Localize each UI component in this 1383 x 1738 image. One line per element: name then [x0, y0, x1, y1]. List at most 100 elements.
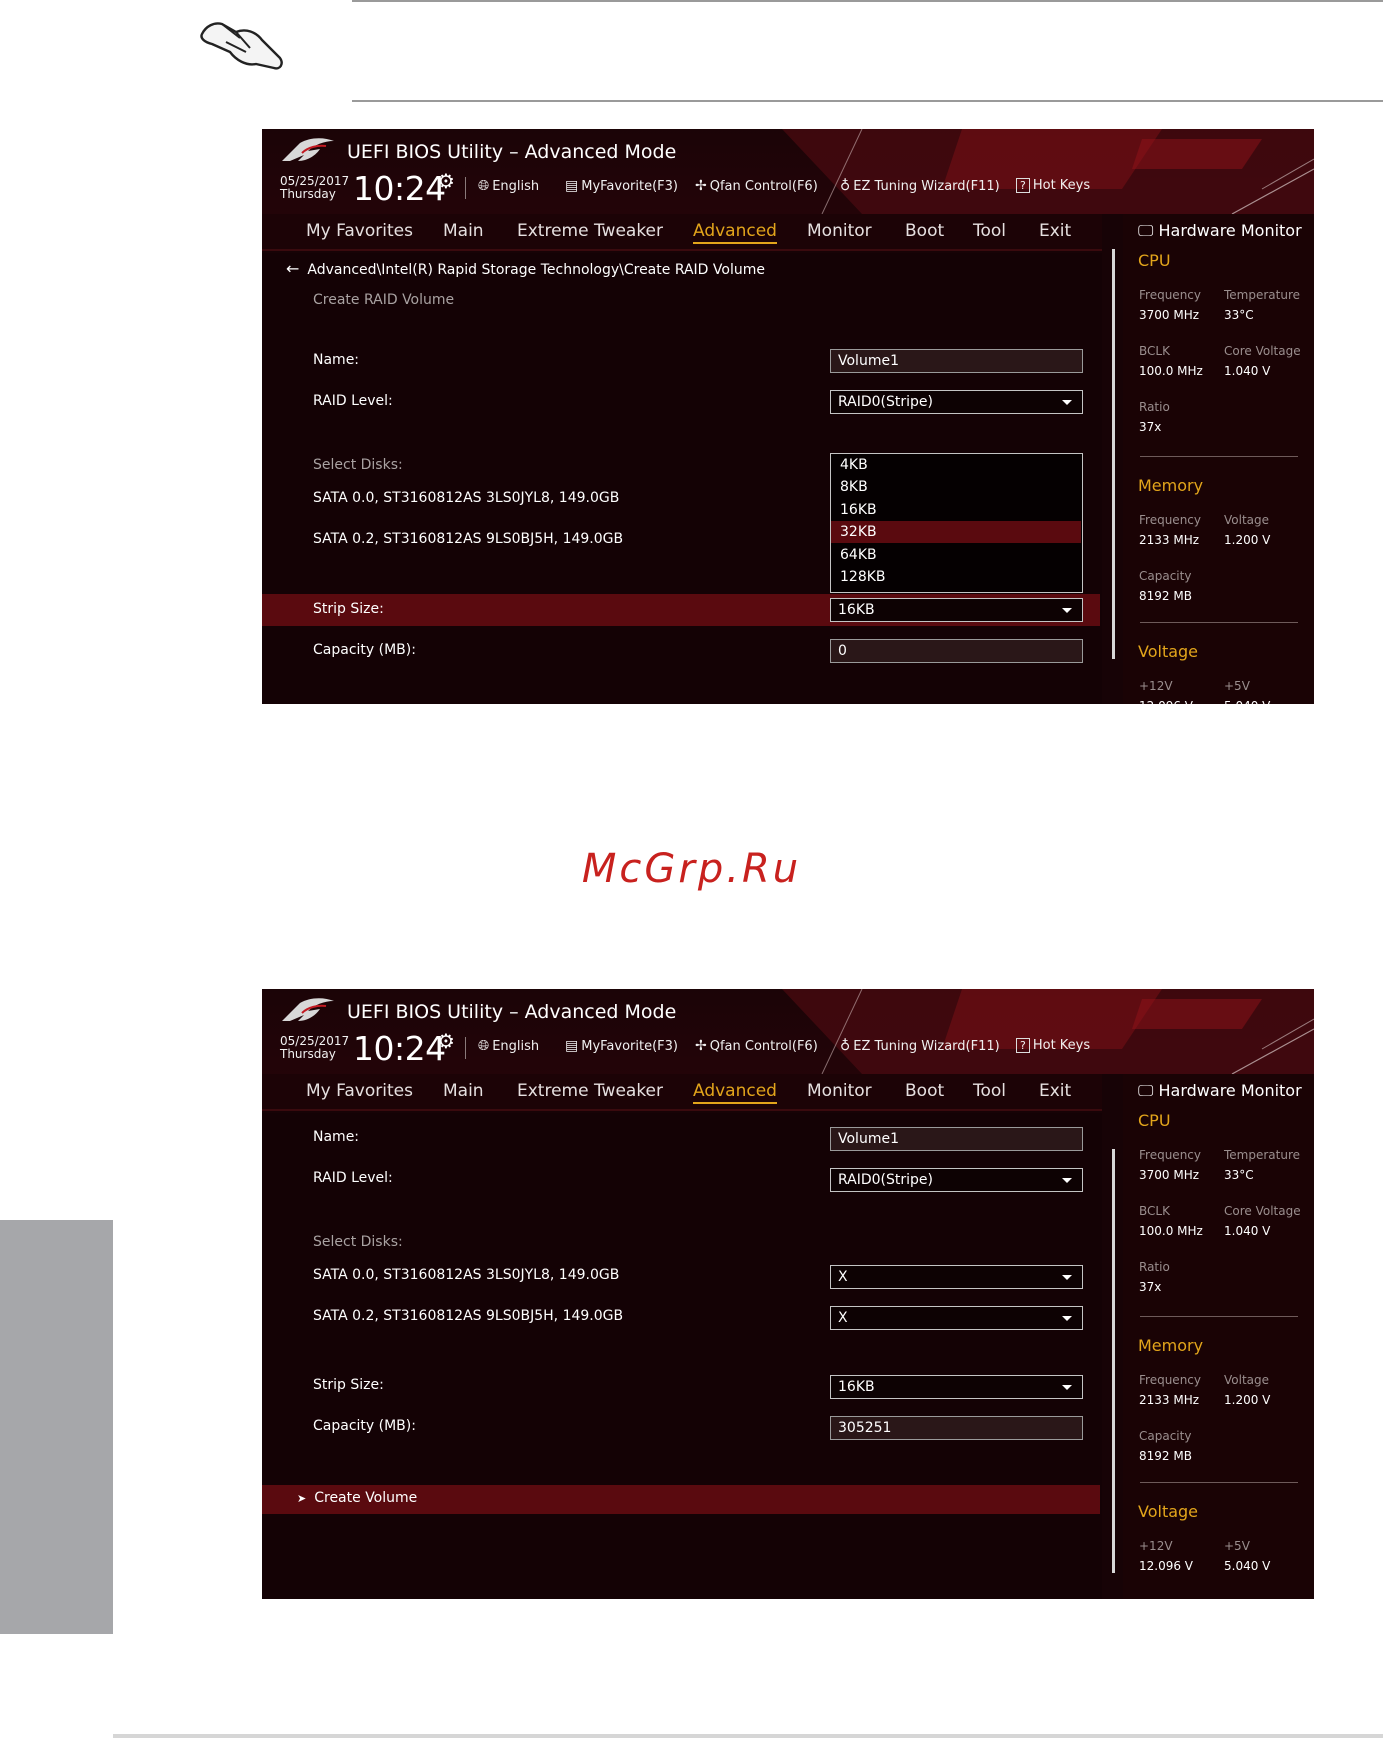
chevron-right-icon: ➤: [297, 1492, 307, 1505]
chevron-down-icon: [1062, 400, 1072, 405]
favorite-list-icon: ▤: [565, 1038, 579, 1054]
tab-monitor[interactable]: Monitor: [807, 221, 872, 241]
day-text: Thursday: [280, 1047, 336, 1061]
back-arrow-icon[interactable]: ←: [286, 259, 299, 278]
strip-option-4kb[interactable]: 4KB: [831, 454, 1081, 476]
tab-main[interactable]: Main: [443, 221, 484, 241]
toolbar-separator: [465, 1037, 466, 1059]
help-icon: ?: [1016, 178, 1030, 193]
hw-cpu-freq-label: Frequency: [1139, 1148, 1201, 1162]
hardware-monitor-panel: 🖵︎ Hardware Monitor CPU Frequency Temper…: [1123, 214, 1314, 704]
hw-mem-volt-value: 1.200 V: [1224, 533, 1271, 547]
globe-icon: 🌐︎: [478, 1038, 490, 1054]
hw-mem-cap-value: 8192 MB: [1139, 1449, 1192, 1463]
hardware-monitor-panel: 🖵︎ Hardware Monitor CPU Frequency Temper…: [1123, 1074, 1314, 1599]
hw-mem-volt-value: 1.200 V: [1224, 1393, 1271, 1407]
strip-option-32kb[interactable]: 32KB: [831, 521, 1081, 543]
toolbar-separator: [465, 177, 466, 199]
chevron-down-icon: [1062, 1316, 1072, 1321]
tab-advanced[interactable]: Advanced: [693, 221, 777, 244]
disk-1-select[interactable]: X: [830, 1265, 1083, 1289]
strip-option-8kb[interactable]: 8KB: [831, 476, 1081, 498]
lightbulb-icon: ♁: [840, 1038, 851, 1054]
name-input[interactable]: Volume1: [830, 1127, 1083, 1151]
bios-screen-create-raid-dropdown: UEFI BIOS Utility – Advanced Mode 05/25/…: [262, 129, 1314, 704]
tab-my-favorites[interactable]: My Favorites: [306, 221, 413, 241]
capacity-input[interactable]: 305251: [830, 1416, 1083, 1440]
hw-mem-freq-label: Frequency: [1139, 1373, 1201, 1387]
strip-option-128kb[interactable]: 128KB: [831, 566, 1081, 588]
tab-extreme-tweaker[interactable]: Extreme Tweaker: [517, 1081, 663, 1101]
hw-cpu-heading: CPU: [1138, 1111, 1171, 1130]
tab-tool[interactable]: Tool: [973, 1081, 1006, 1101]
date-display: 05/25/2017 Thursday: [280, 175, 349, 201]
tab-exit[interactable]: Exit: [1039, 221, 1071, 241]
qfan-control-button[interactable]: ✢ Qfan Control(F6): [695, 178, 818, 194]
tab-exit[interactable]: Exit: [1039, 1081, 1071, 1101]
gear-icon[interactable]: ⚙: [437, 1029, 455, 1053]
hot-keys-button[interactable]: ? Hot Keys: [1016, 178, 1090, 193]
hw-voltage-heading: Voltage: [1138, 1502, 1199, 1521]
lightbulb-icon: ♁: [840, 178, 851, 194]
hw-cpu-freq-value: 3700 MHz: [1139, 1168, 1200, 1182]
disk-2-label: SATA 0.2, ST3160812AS 9LS0BJ5H, 149.0GB: [313, 1308, 624, 1324]
watermark: McGrp.Ru: [581, 846, 802, 892]
ez-tuning-wizard-button[interactable]: ♁ EZ Tuning Wizard(F11): [840, 1038, 1000, 1054]
content-scrollbar[interactable]: [1112, 249, 1115, 659]
hw-bclk-label: BCLK: [1139, 1204, 1170, 1218]
hw-ratio-value: 37x: [1139, 420, 1162, 434]
tab-monitor[interactable]: Monitor: [807, 1081, 872, 1101]
tab-my-favorites[interactable]: My Favorites: [306, 1081, 413, 1101]
name-input[interactable]: Volume1: [830, 349, 1083, 373]
language-button[interactable]: 🌐︎ English: [478, 1038, 539, 1054]
hw-12v-label: +12V: [1139, 679, 1173, 693]
tab-boot[interactable]: Boot: [905, 1081, 944, 1101]
hw-cpu-temp-value: 33°C: [1224, 308, 1254, 322]
strip-option-64kb[interactable]: 64KB: [831, 544, 1081, 566]
note-rule: [352, 100, 1383, 102]
hw-mem-cap-label: Capacity: [1139, 569, 1192, 583]
hw-bclk-value: 100.0 MHz: [1139, 1224, 1203, 1238]
hw-cpu-temp-label: Temperature: [1224, 1148, 1301, 1162]
hw-mem-freq-value: 2133 MHz: [1139, 1393, 1200, 1407]
hw-mem-cap-label: Capacity: [1139, 1429, 1192, 1443]
my-favorite-button[interactable]: ▤ MyFavorite(F3): [565, 178, 678, 194]
capacity-input[interactable]: 0: [830, 639, 1083, 663]
hw-bclk-label: BCLK: [1139, 344, 1170, 358]
disk-2-select[interactable]: X: [830, 1306, 1083, 1330]
disk-1-label: SATA 0.0, ST3160812AS 3LS0JYL8, 149.0GB: [313, 1267, 620, 1283]
breadcrumb[interactable]: ← Advanced\Intel(R) Rapid Storage Technol…: [286, 259, 765, 278]
raid-level-select[interactable]: RAID0(Stripe): [830, 390, 1083, 414]
monitor-icon: 🖵︎: [1138, 1081, 1159, 1100]
gear-icon[interactable]: ⚙: [437, 169, 455, 193]
raid-level-label: RAID Level:: [313, 1170, 393, 1186]
ez-tuning-wizard-button[interactable]: ♁ EZ Tuning Wizard(F11): [840, 178, 1000, 194]
raid-level-select[interactable]: RAID0(Stripe): [830, 1168, 1083, 1192]
clock-display: 10:24: [353, 1029, 446, 1068]
hardware-monitor-title: 🖵︎ Hardware Monitor: [1138, 221, 1302, 240]
strip-size-dropdown-list: 4KB 8KB 16KB 32KB 64KB 128KB: [830, 453, 1083, 593]
tab-main[interactable]: Main: [443, 1081, 484, 1101]
hw-vcore-label: Core Voltage: [1224, 1204, 1301, 1218]
disk-2-label: SATA 0.2, ST3160812AS 9LS0BJ5H, 149.0GB: [313, 531, 624, 547]
qfan-control-button[interactable]: ✢ Qfan Control(F6): [695, 1038, 818, 1054]
my-favorite-button[interactable]: ▤ MyFavorite(F3): [565, 1038, 678, 1054]
strip-size-select[interactable]: 16KB: [830, 1375, 1083, 1399]
top-rule: [352, 0, 1383, 2]
strip-option-16kb[interactable]: 16KB: [831, 499, 1081, 521]
tab-advanced[interactable]: Advanced: [693, 1081, 777, 1104]
strip-size-select[interactable]: 16KB: [830, 598, 1083, 622]
hw-mem-cap-value: 8192 MB: [1139, 589, 1192, 603]
tab-boot[interactable]: Boot: [905, 221, 944, 241]
content-scrollbar[interactable]: [1112, 1149, 1115, 1573]
hw-5v-label: +5V: [1224, 679, 1250, 693]
hw-divider: [1140, 1482, 1298, 1483]
language-button[interactable]: 🌐︎ English: [478, 178, 539, 194]
create-volume-button[interactable]: ➤ Create Volume: [297, 1490, 417, 1506]
hw-mem-freq-value: 2133 MHz: [1139, 533, 1200, 547]
hw-ratio-value: 37x: [1139, 1280, 1162, 1294]
favorite-list-icon: ▤: [565, 178, 579, 194]
hot-keys-button[interactable]: ? Hot Keys: [1016, 1038, 1090, 1053]
tab-extreme-tweaker[interactable]: Extreme Tweaker: [517, 221, 663, 241]
tab-tool[interactable]: Tool: [973, 221, 1006, 241]
